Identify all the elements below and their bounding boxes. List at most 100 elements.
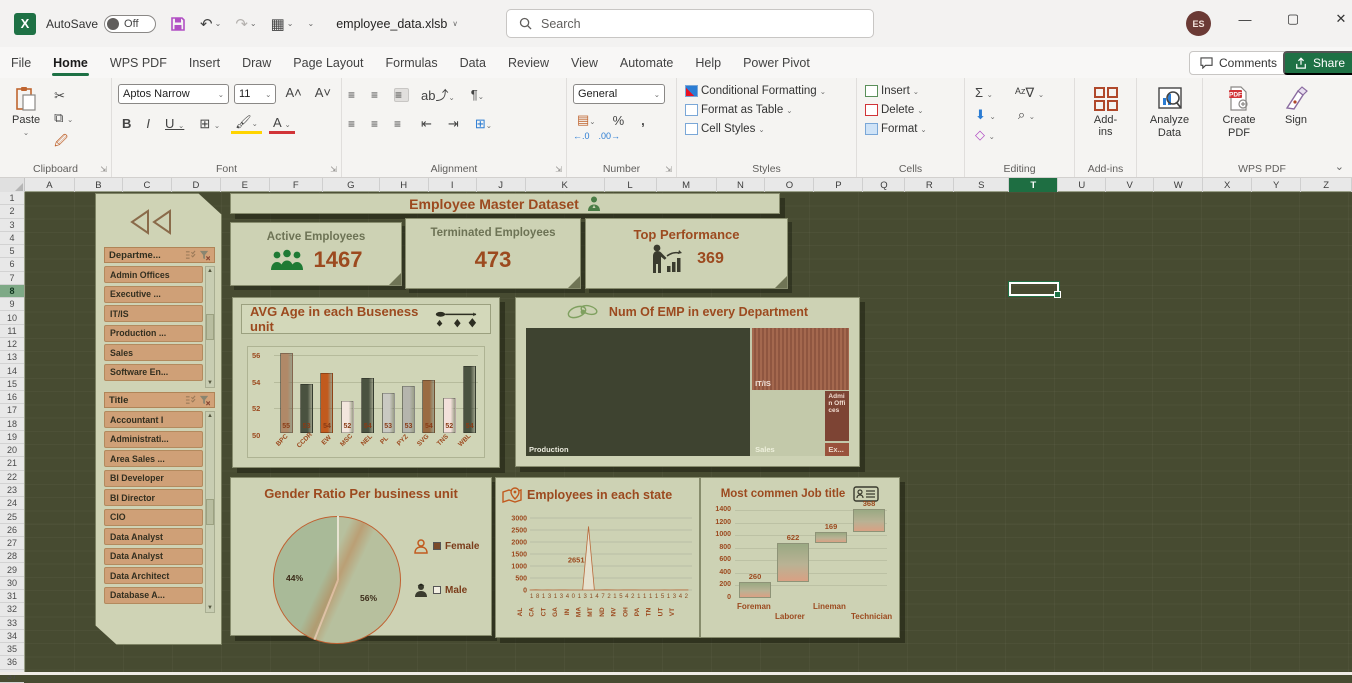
column-header-G[interactable]: G — [323, 178, 380, 192]
tab-draw[interactable]: Draw — [231, 50, 282, 76]
analyze-data-button[interactable]: Analyze Data — [1143, 84, 1196, 141]
waterfall-bar-technician[interactable] — [853, 509, 885, 532]
percent-style-button[interactable]: % — [609, 112, 629, 129]
slicer-item[interactable]: Executive ... — [104, 286, 203, 303]
row-header-26[interactable]: 26 — [0, 524, 24, 537]
treemap-node-production[interactable]: Production — [526, 328, 750, 456]
fill-button[interactable]: ⬇ ⌄ — [971, 106, 1000, 124]
row-header-31[interactable]: 31 — [0, 590, 24, 603]
row-header-33[interactable]: 33 — [0, 617, 24, 630]
row-header-12[interactable]: 12 — [0, 338, 24, 351]
column-header-V[interactable]: V — [1106, 178, 1154, 192]
align-center-button[interactable]: ≡ — [371, 118, 386, 130]
row-header-1[interactable]: 1 — [0, 192, 24, 205]
row-headers[interactable]: 1234567891011121314151617181920212223242… — [0, 192, 25, 675]
column-header-D[interactable]: D — [172, 178, 221, 192]
slicer-item[interactable]: Data Architect — [104, 567, 203, 584]
slicer-item[interactable]: Area Sales ... — [104, 450, 203, 467]
clipboard-dialog-launcher[interactable]: ⇲ — [100, 165, 107, 174]
redo-button[interactable]: ↷⌄ — [235, 15, 256, 33]
row-header-11[interactable]: 11 — [0, 325, 24, 338]
column-header-P[interactable]: P — [814, 178, 863, 192]
title-slicer-scrollbar[interactable]: ▲ ▼ — [205, 411, 215, 613]
bar-WBL[interactable]: 54 — [463, 366, 476, 433]
bar-PL[interactable]: 53 — [382, 393, 395, 433]
number-dialog-launcher[interactable]: ⇲ — [665, 165, 672, 174]
autosave-toggle[interactable]: Off — [104, 15, 156, 33]
column-header-C[interactable]: C — [123, 178, 172, 192]
row-header-23[interactable]: 23 — [0, 484, 24, 497]
row-header-24[interactable]: 24 — [0, 497, 24, 510]
row-header-10[interactable]: 10 — [0, 311, 24, 324]
tab-home[interactable]: Home — [42, 50, 99, 76]
avatar[interactable]: ES — [1186, 11, 1211, 36]
share-button[interactable]: Share ⌄ — [1283, 51, 1352, 75]
copy-button[interactable]: ⧉ ⌄ — [50, 109, 77, 127]
select-all-corner[interactable] — [0, 178, 25, 192]
column-header-M[interactable]: M — [657, 178, 717, 192]
slicer-item[interactable]: Database A... — [104, 587, 203, 604]
treemap-node-sales[interactable]: Sales — [752, 391, 824, 456]
row-header-25[interactable]: 25 — [0, 510, 24, 523]
row-header-8[interactable]: 8 — [0, 285, 24, 298]
delete-cells-button[interactable]: Delete⌄ — [863, 103, 958, 117]
bar-PYZ[interactable]: 53 — [402, 386, 415, 433]
slicer-item[interactable]: Data Analyst — [104, 528, 203, 545]
column-header-J[interactable]: J — [477, 178, 526, 192]
row-header-18[interactable]: 18 — [0, 418, 24, 431]
slicer-item[interactable]: Production ... — [104, 325, 203, 342]
scrollbar-thumb[interactable] — [206, 499, 214, 525]
excel-logo-icon[interactable]: X — [14, 13, 36, 35]
department-slicer-scrollbar[interactable]: ▲ ▼ — [205, 266, 215, 388]
comma-style-button[interactable]: , — [637, 112, 649, 129]
tab-page-layout[interactable]: Page Layout — [282, 50, 374, 76]
row-header-16[interactable]: 16 — [0, 391, 24, 404]
merge-center-button[interactable]: ⊞⌄ — [471, 115, 496, 133]
row-header-6[interactable]: 6 — [0, 258, 24, 271]
column-header-S[interactable]: S — [954, 178, 1009, 192]
gender-ratio-panel[interactable]: Gender Ratio Per business unit 44% 56% F… — [230, 477, 492, 636]
column-header-N[interactable]: N — [717, 178, 766, 192]
fill-color-button[interactable]: 🖌⌄ — [231, 113, 262, 134]
decrease-font-button[interactable]: A˅ — [311, 84, 335, 104]
tab-wps-pdf[interactable]: WPS PDF — [99, 50, 178, 76]
tab-automate[interactable]: Automate — [609, 50, 685, 76]
slicer-item[interactable]: Sales — [104, 344, 203, 361]
clear-filter-icon[interactable] — [199, 250, 210, 261]
clear-button[interactable]: ◇ ⌄ — [971, 126, 999, 144]
column-header-U[interactable]: U — [1058, 178, 1106, 192]
bar-SVG[interactable]: 54 — [422, 380, 435, 433]
tab-power-pivot[interactable]: Power Pivot — [732, 50, 821, 76]
undo-button[interactable]: ↶⌄ — [200, 15, 221, 33]
treemap-panel[interactable]: Num Of EMP in every Department Productio… — [515, 297, 860, 467]
row-header-32[interactable]: 32 — [0, 603, 24, 616]
align-middle-button[interactable]: ≡ — [371, 89, 386, 101]
align-right-button[interactable]: ≡ — [394, 118, 409, 130]
waterfall-bar-foreman[interactable] — [739, 582, 771, 598]
decrease-decimal-button[interactable]: .00→ — [599, 131, 621, 141]
scroll-down-icon[interactable]: ▼ — [207, 604, 213, 612]
borders-button[interactable]: ⊞ ⌄ — [195, 115, 224, 133]
row-header-21[interactable]: 21 — [0, 457, 24, 470]
waterfall-bar-laborer[interactable] — [777, 543, 809, 582]
font-color-button[interactable]: A ⌄ — [269, 114, 295, 134]
treemap-node-it-is[interactable]: IT/IS — [752, 328, 849, 390]
tab-help[interactable]: Help — [684, 50, 732, 76]
column-header-K[interactable]: K — [526, 178, 605, 192]
selected-cell[interactable] — [1009, 282, 1059, 296]
bar-CCDR[interactable]: 53 — [300, 384, 313, 433]
multiselect-icon[interactable] — [185, 395, 196, 405]
slicer-item[interactable]: BI Developer — [104, 470, 203, 487]
row-header-3[interactable]: 3 — [0, 219, 24, 232]
column-header-X[interactable]: X — [1203, 178, 1252, 192]
tab-insert[interactable]: Insert — [178, 50, 231, 76]
state-chart-panel[interactable]: Employees in each state 3000250020001500… — [495, 477, 700, 638]
bar-NEL[interactable]: 54 — [361, 378, 374, 433]
legend-female[interactable]: Female — [413, 538, 479, 554]
paste-button[interactable]: Paste ⌄ — [6, 84, 46, 155]
font-name-select[interactable]: Aptos Narrow⌄ — [118, 84, 229, 104]
orientation-button[interactable]: ab⤴⌄ — [417, 84, 459, 105]
scrollbar-thumb[interactable] — [206, 314, 214, 340]
format-painter-button[interactable]: 🖉 — [50, 131, 77, 155]
save-button[interactable] — [170, 16, 186, 32]
